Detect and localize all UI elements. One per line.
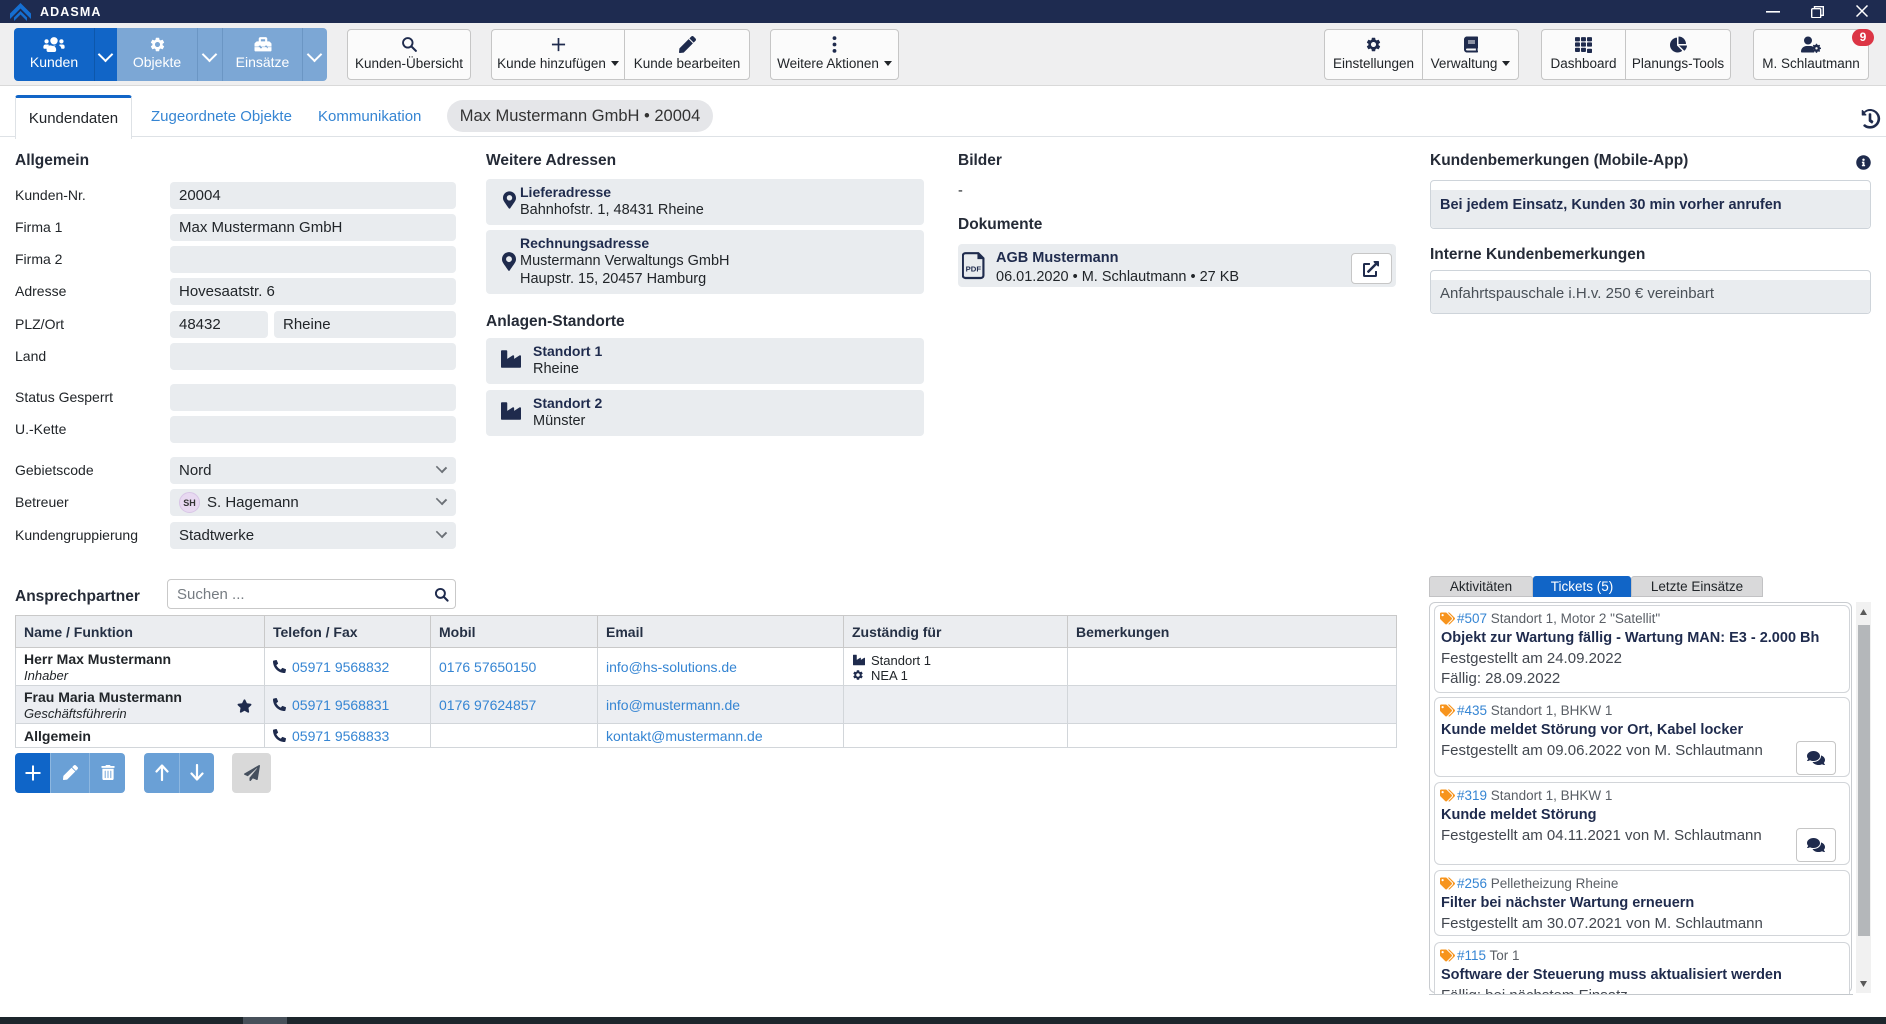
svg-text:PDF: PDF [966,265,982,274]
